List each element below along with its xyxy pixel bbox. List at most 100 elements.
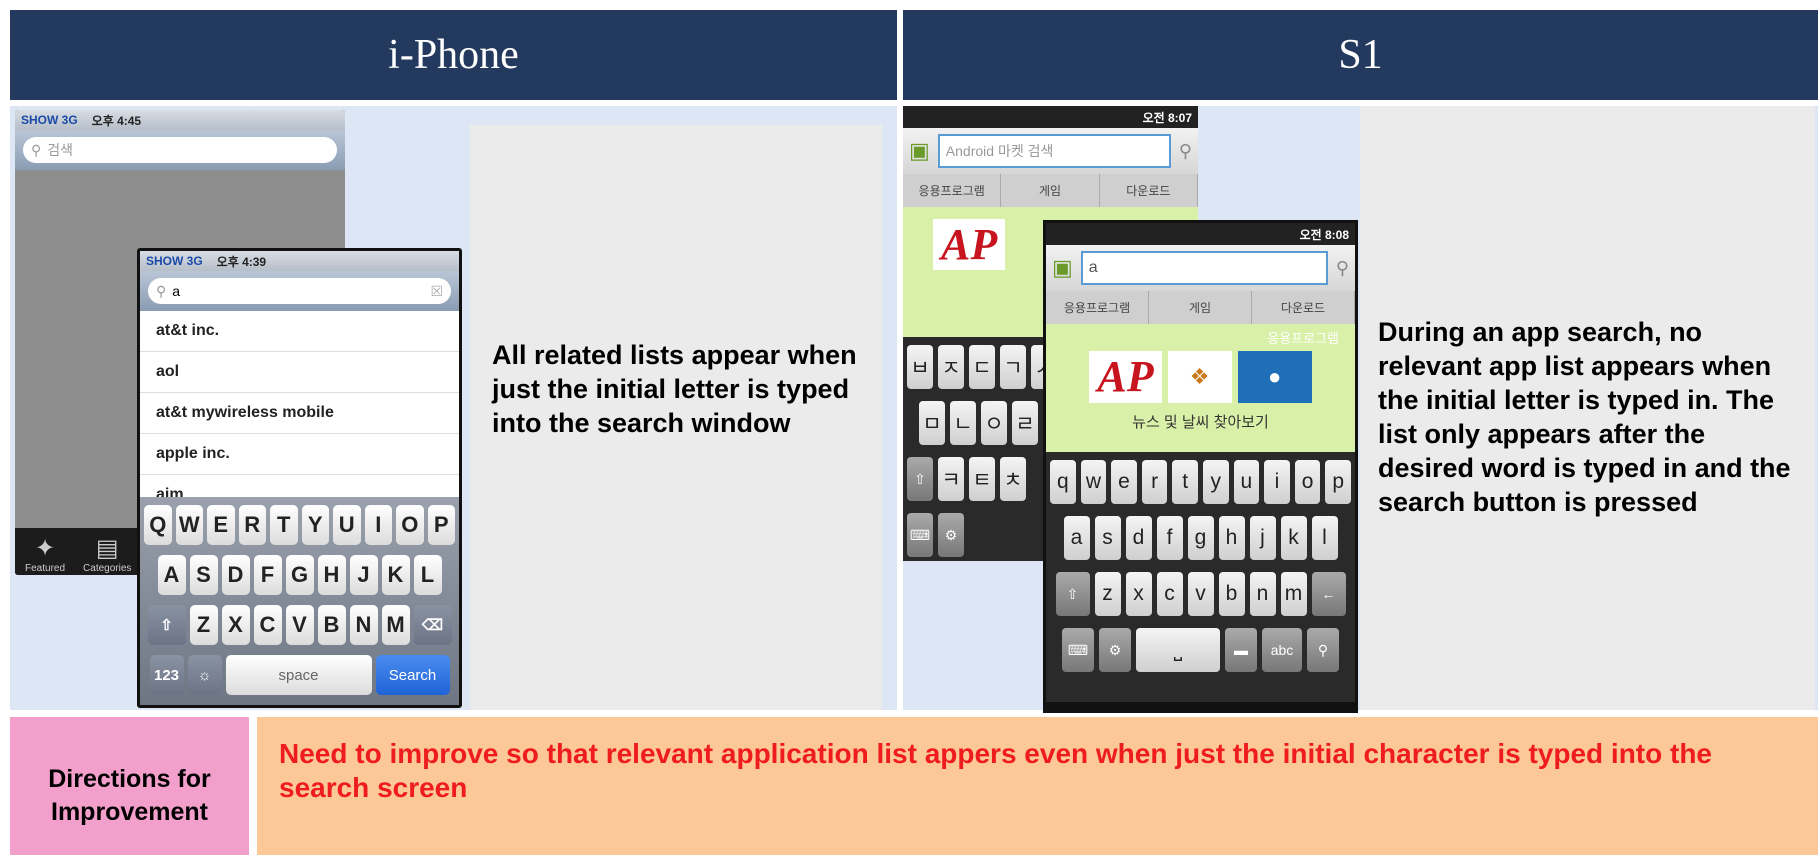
key-G[interactable]: G (285, 555, 314, 595)
list-item[interactable]: at&t mywireless mobile (140, 393, 459, 434)
key-V[interactable]: V (285, 605, 314, 645)
key-ㄹ[interactable]: ㄹ (1012, 401, 1038, 445)
key-o[interactable]: o (1294, 460, 1321, 504)
gear-icon[interactable]: ⚙ (938, 513, 964, 557)
key-g[interactable]: g (1187, 516, 1214, 560)
key-H[interactable]: H (317, 555, 346, 595)
key-I[interactable]: I (364, 505, 392, 545)
key-Y[interactable]: Y (301, 505, 329, 545)
list-item[interactable]: at&t inc. (140, 311, 459, 352)
key-a[interactable]: a (1063, 516, 1090, 560)
key-ㅌ[interactable]: ㅌ (969, 457, 995, 501)
tab-downloads[interactable]: 다운로드 (1252, 291, 1355, 324)
s1-search-input[interactable]: a (1080, 251, 1328, 285)
key-n[interactable]: n (1249, 572, 1276, 616)
key-K[interactable]: K (381, 555, 410, 595)
space-key[interactable]: space (225, 655, 372, 695)
key-q[interactable]: q (1050, 460, 1076, 504)
key-Q[interactable]: Q (144, 505, 172, 545)
key-ㅂ[interactable]: ㅂ (907, 345, 933, 389)
key-E[interactable]: E (207, 505, 235, 545)
search-icon[interactable]: ⚲ (1336, 258, 1349, 279)
shift-key[interactable]: ⇧ (147, 605, 186, 645)
key-b[interactable]: b (1218, 572, 1245, 616)
key-B[interactable]: B (317, 605, 346, 645)
numbers-key[interactable]: 123 (149, 655, 184, 695)
key-k[interactable]: k (1280, 516, 1307, 560)
key-z[interactable]: z (1094, 572, 1121, 616)
key-j[interactable]: j (1249, 516, 1276, 560)
iphone-search-input[interactable]: ⚲ a ☒ (148, 278, 451, 304)
key-ㅊ[interactable]: ㅊ (1000, 457, 1026, 501)
key-ㄱ[interactable]: ㄱ (1000, 345, 1026, 389)
keyboard-icon[interactable]: ⌨ (907, 513, 933, 557)
gear-icon[interactable]: ⚙ (1099, 628, 1131, 672)
key-ㅋ[interactable]: ㅋ (938, 457, 964, 501)
search-key[interactable]: Search (375, 655, 450, 695)
list-item[interactable]: aol (140, 352, 459, 393)
tab-games[interactable]: 게임 (1149, 291, 1252, 324)
key-e[interactable]: e (1111, 460, 1137, 504)
clear-icon[interactable]: ☒ (430, 283, 443, 300)
key-X[interactable]: X (221, 605, 250, 645)
key-r[interactable]: r (1141, 460, 1168, 504)
tab-categories[interactable]: ▤ Categories (83, 534, 131, 575)
tab-apps[interactable]: 응용프로그램 (903, 174, 1002, 207)
voice-key[interactable]: ▬ (1225, 628, 1257, 672)
key-ㄴ[interactable]: ㄴ (950, 401, 976, 445)
s1-search-input-back[interactable]: Android 마켓 검색 (937, 134, 1171, 168)
tab-games[interactable]: 게임 (1001, 174, 1100, 207)
keyboard-icon[interactable]: ⌨ (1062, 628, 1094, 672)
globe-icon[interactable]: ☼ (187, 655, 222, 695)
list-item[interactable]: aim (140, 475, 459, 497)
key-s[interactable]: s (1094, 516, 1121, 560)
key-S[interactable]: S (189, 555, 218, 595)
key-J[interactable]: J (349, 555, 378, 595)
key-w[interactable]: w (1080, 460, 1107, 504)
key-T[interactable]: T (270, 505, 298, 545)
abc-key[interactable]: abc (1262, 628, 1302, 672)
list-item[interactable]: apple inc. (140, 434, 459, 475)
key-ㄷ[interactable]: ㄷ (969, 345, 995, 389)
key-U[interactable]: U (333, 505, 361, 545)
key-L[interactable]: L (413, 555, 442, 595)
key-v[interactable]: v (1187, 572, 1214, 616)
key-C[interactable]: C (253, 605, 282, 645)
key-Z[interactable]: Z (189, 605, 218, 645)
key-p[interactable]: p (1325, 460, 1351, 504)
key-R[interactable]: R (238, 505, 266, 545)
shift-key[interactable]: ⇧ (1055, 572, 1090, 616)
shift-key[interactable]: ⇧ (907, 457, 933, 501)
key-x[interactable]: x (1125, 572, 1152, 616)
key-N[interactable]: N (349, 605, 378, 645)
key-ㅇ[interactable]: ㅇ (981, 401, 1007, 445)
tab-apps[interactable]: 응용프로그램 (1046, 291, 1149, 324)
search-icon[interactable]: ⚲ (1179, 141, 1192, 162)
key-O[interactable]: O (396, 505, 424, 545)
key-F[interactable]: F (253, 555, 282, 595)
key-h[interactable]: h (1218, 516, 1245, 560)
key-P[interactable]: P (427, 505, 455, 545)
key-y[interactable]: y (1203, 460, 1229, 504)
key-m[interactable]: m (1280, 572, 1307, 616)
key-W[interactable]: W (175, 505, 203, 545)
tab-featured[interactable]: ✦ Featured (25, 534, 65, 575)
search-icon[interactable]: ⚲ (1307, 628, 1339, 672)
key-u[interactable]: u (1233, 460, 1260, 504)
space-key[interactable]: ⎵ (1136, 628, 1220, 672)
key-f[interactable]: f (1156, 516, 1183, 560)
key-t[interactable]: t (1172, 460, 1198, 504)
key-A[interactable]: A (157, 555, 186, 595)
key-ㅁ[interactable]: ㅁ (919, 401, 945, 445)
key-i[interactable]: i (1264, 460, 1290, 504)
key-D[interactable]: D (221, 555, 250, 595)
iphone-search-input-back[interactable]: ⚲ 검색 (23, 137, 337, 163)
tab-downloads[interactable]: 다운로드 (1100, 174, 1198, 207)
key-c[interactable]: c (1156, 572, 1183, 616)
key-M[interactable]: M (381, 605, 410, 645)
key-d[interactable]: d (1125, 516, 1152, 560)
delete-key[interactable]: ⌫ (413, 605, 452, 645)
key-l[interactable]: l (1311, 516, 1338, 560)
backspace-key[interactable]: ← (1311, 572, 1346, 616)
key-ㅈ[interactable]: ㅈ (938, 345, 964, 389)
